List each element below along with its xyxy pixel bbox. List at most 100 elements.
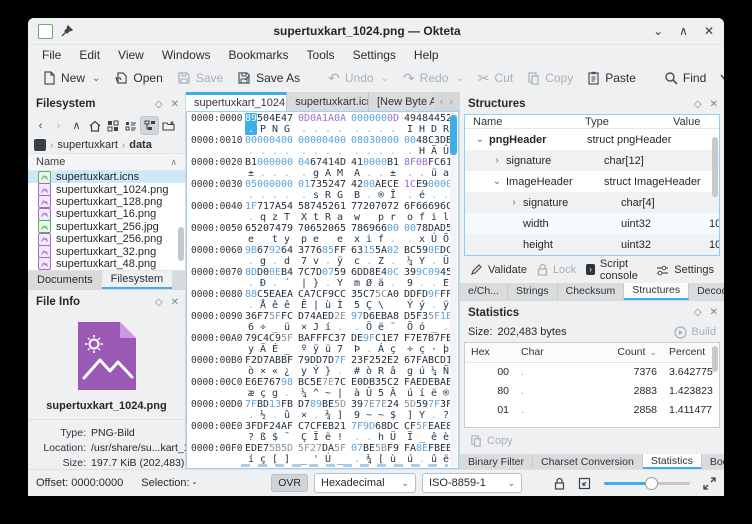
char-cell[interactable]: y bbox=[245, 344, 257, 355]
hex-byte[interactable]: 5A bbox=[375, 245, 387, 256]
hex-byte[interactable]: FB bbox=[281, 399, 293, 410]
hex-byte[interactable]: DD bbox=[404, 289, 416, 300]
char-cell[interactable]: ý bbox=[416, 300, 428, 311]
char-cell[interactable]: ¼ bbox=[298, 388, 310, 399]
redo-button[interactable]: ↷ Redo ⌄ bbox=[397, 68, 470, 88]
char-cell[interactable]: ÷ bbox=[404, 344, 416, 355]
tree-view-button[interactable] bbox=[140, 116, 159, 135]
hex-byte[interactable]: EA bbox=[281, 289, 293, 300]
structure-row[interactable]: ⌄ pngHeader struct pngHeader bbox=[465, 129, 719, 150]
hex-byte[interactable]: 74 bbox=[310, 201, 322, 212]
char-cell[interactable]: _ bbox=[416, 432, 428, 443]
tab-strings[interactable]: Strings bbox=[507, 283, 558, 300]
char-row[interactable]: ..... s R G B. ® Î. é.. bbox=[187, 190, 458, 201]
hex-byte[interactable]: 5F bbox=[416, 421, 428, 432]
char-cell[interactable]: ù bbox=[322, 300, 334, 311]
float-panel-icon[interactable]: ◇ bbox=[155, 99, 163, 110]
hex-byte[interactable]: E9 bbox=[416, 179, 428, 190]
hex-byte[interactable]: CC bbox=[334, 289, 346, 300]
hex-byte[interactable]: BE bbox=[363, 443, 375, 454]
hex-byte[interactable]: FC bbox=[428, 157, 440, 168]
char-cell[interactable]: R bbox=[322, 190, 334, 201]
undo-button[interactable]: ↶ Undo ⌄ bbox=[322, 68, 395, 88]
hex-byte[interactable]: 4A bbox=[310, 311, 322, 322]
char-cell[interactable]: | bbox=[298, 278, 310, 289]
save-as-button[interactable]: Save As bbox=[231, 68, 306, 88]
hex-byte[interactable]: E7 bbox=[257, 377, 269, 388]
hex-byte[interactable]: BF bbox=[281, 355, 293, 366]
hex-byte[interactable]: 9B bbox=[245, 245, 257, 256]
column-name[interactable]: Name bbox=[465, 116, 585, 128]
char-cell[interactable]: . bbox=[404, 168, 416, 179]
hex-byte[interactable]: 0D bbox=[387, 113, 399, 124]
hex-byte[interactable]: 15 bbox=[363, 245, 375, 256]
char-cell[interactable]: . bbox=[375, 124, 387, 135]
structures-tree[interactable]: Name Type Value ⌄ pngHeader struct pngHead… bbox=[464, 114, 720, 256]
hex-byte[interactable]: B7 bbox=[428, 333, 440, 344]
char-cell[interactable]: Y bbox=[416, 256, 428, 267]
char-cell[interactable]: H bbox=[416, 146, 428, 157]
char-cell[interactable]: ¼ bbox=[404, 256, 416, 267]
file-list-scrollbar[interactable] bbox=[178, 227, 184, 261]
hex-byte[interactable]: 2E bbox=[334, 311, 346, 322]
hex-byte[interactable]: 23 bbox=[351, 355, 363, 366]
tab-binary-filter[interactable]: Binary Filter bbox=[460, 454, 534, 469]
hex-byte[interactable]: 6D bbox=[351, 267, 363, 278]
char-cell[interactable]: ± bbox=[245, 168, 257, 179]
hex-byte[interactable]: 20 bbox=[322, 223, 334, 234]
char-cell[interactable]: z bbox=[269, 212, 281, 223]
char-cell[interactable]: . bbox=[416, 278, 428, 289]
char-cell[interactable]: c bbox=[351, 256, 363, 267]
char-cell[interactable]: ! bbox=[334, 432, 346, 443]
zoom-slider[interactable] bbox=[604, 476, 690, 490]
hex-byte[interactable]: AE bbox=[375, 179, 387, 190]
hex-scrollbar-thumb[interactable] bbox=[450, 115, 457, 155]
hex-byte[interactable]: BE bbox=[322, 399, 334, 410]
char-row[interactable]: ? ß $ ¯ Ç Ïë!.. h Ü Ï _ ê è bbox=[187, 432, 458, 443]
char-cell[interactable]: Ý bbox=[310, 366, 322, 377]
char-cell[interactable]: ú bbox=[416, 366, 428, 377]
tab-bookmarks[interactable]: Bookmarks bbox=[701, 454, 724, 469]
back-button[interactable]: ‹ bbox=[32, 117, 49, 134]
char-cell[interactable]: ç bbox=[387, 344, 399, 355]
char-cell[interactable]: . bbox=[416, 168, 428, 179]
hex-byte[interactable]: 49 bbox=[404, 113, 416, 124]
hex-byte[interactable]: 39 bbox=[351, 399, 363, 410]
hex-byte[interactable]: 70 bbox=[298, 223, 310, 234]
hex-byte[interactable]: D5 bbox=[404, 311, 416, 322]
char-cell[interactable]: 9 bbox=[404, 278, 416, 289]
hex-byte[interactable]: 8E bbox=[416, 443, 428, 454]
hex-byte[interactable]: F9 bbox=[387, 443, 399, 454]
hex-byte[interactable]: 74 bbox=[269, 223, 281, 234]
char-row[interactable]: .PNG........IHDR bbox=[187, 124, 458, 135]
char-cell[interactable]: Ì bbox=[334, 300, 346, 311]
hex-byte[interactable]: 00 bbox=[351, 113, 363, 124]
hex-row[interactable]: 0000:00B0 F2 D7 AB BF 79 DD 7D 7F 23 F2 52 E2 67 FA BC D… bbox=[187, 355, 458, 366]
menu-windows[interactable]: Windows bbox=[154, 47, 219, 63]
maximize-button[interactable]: ∧ bbox=[679, 25, 688, 37]
char-cell[interactable]: x bbox=[351, 234, 363, 245]
hex-byte[interactable]: 08 bbox=[351, 135, 363, 146]
char-cell[interactable]: a bbox=[334, 212, 346, 223]
char-cell[interactable]: } bbox=[322, 366, 334, 377]
close-panel-icon[interactable]: ✕ bbox=[710, 99, 718, 110]
char-cell[interactable]: . bbox=[245, 212, 257, 223]
char-cell[interactable]: f bbox=[416, 212, 428, 223]
char-cell[interactable]: ò bbox=[363, 366, 375, 377]
menu-view[interactable]: View bbox=[110, 47, 152, 63]
hex-byte[interactable]: 44 bbox=[428, 113, 440, 124]
char-cell[interactable]: . bbox=[281, 190, 293, 201]
hex-byte[interactable]: 00 bbox=[269, 157, 281, 168]
settings-button[interactable]: Settings bbox=[656, 264, 714, 276]
up-button[interactable]: ∧ bbox=[68, 117, 85, 134]
hex-byte[interactable]: 67 bbox=[269, 377, 281, 388]
char-cell[interactable]: d bbox=[281, 256, 293, 267]
char-cell[interactable]: . bbox=[322, 256, 334, 267]
tab-document-2[interactable]: supertuxkart.icns✕ bbox=[287, 92, 369, 111]
char-cell[interactable]: . bbox=[375, 168, 387, 179]
hex-byte[interactable]: 65 bbox=[310, 223, 322, 234]
menu-file[interactable]: File bbox=[34, 47, 69, 63]
char-cell[interactable]: . bbox=[363, 190, 375, 201]
hex-byte[interactable]: 00 bbox=[404, 223, 416, 234]
hex-byte[interactable]: 5B bbox=[375, 443, 387, 454]
